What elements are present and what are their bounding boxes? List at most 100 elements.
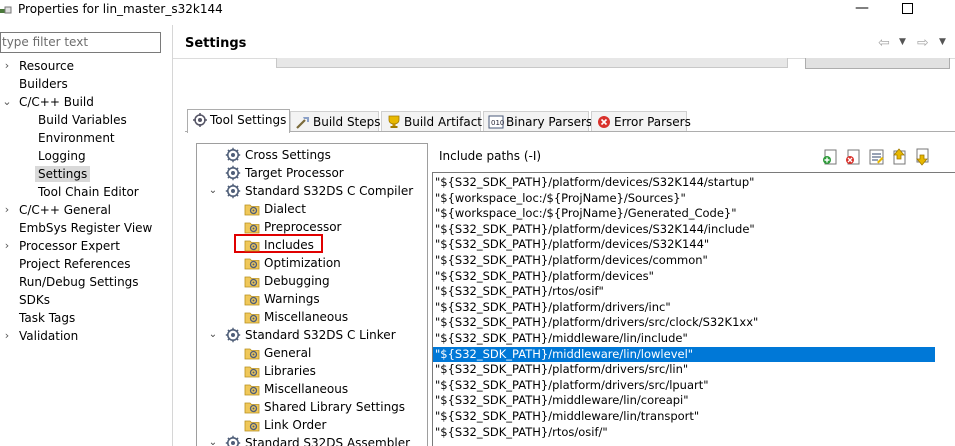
sidebar-item-label: C/C++ General: [19, 203, 112, 217]
sidebar-item[interactable]: Builders: [19, 75, 68, 93]
chevron-right-icon[interactable]: ›: [2, 327, 12, 345]
back-dropdown-icon[interactable]: ▼: [899, 37, 906, 47]
tool-tree-label: Includes: [264, 238, 314, 252]
tab-tool-settings[interactable]: Tool Settings: [187, 109, 290, 133]
include-paths-list[interactable]: "${S32_SDK_PATH}/platform/devices/S32K14…: [432, 172, 955, 446]
sidebar-item-label: Settings: [35, 166, 91, 182]
folder-gear-icon: [244, 366, 260, 378]
chevron-down-icon[interactable]: ⌄: [207, 182, 219, 200]
sidebar-item[interactable]: SDKs: [19, 291, 50, 309]
tool-tree-label: Standard S32DS C Compiler: [245, 184, 414, 198]
back-arrow-icon[interactable]: ⇦: [878, 35, 890, 51]
include-path-item[interactable]: "${S32_SDK_PATH}/platform/devices/common…: [433, 253, 935, 268]
sidebar-item[interactable]: Settings: [35, 165, 91, 183]
chevron-right-icon[interactable]: ›: [2, 201, 12, 219]
sidebar-item[interactable]: Run/Debug Settings: [19, 273, 139, 291]
forward-dropdown-icon[interactable]: ▼: [939, 37, 946, 47]
sidebar-item-label: Build Variables: [38, 113, 127, 127]
panel-splitter[interactable]: [172, 25, 173, 446]
chevron-down-icon[interactable]: ⌄: [207, 434, 219, 446]
move-up-icon[interactable]: [891, 148, 909, 166]
chevron-down-icon[interactable]: ⌄: [2, 93, 12, 111]
include-path-item[interactable]: "${S32_SDK_PATH}/platform/devices/S32K14…: [433, 175, 935, 190]
forward-arrow-icon[interactable]: ⇨: [917, 35, 929, 51]
gear-icon: [225, 147, 241, 163]
page-title: Settings: [185, 36, 247, 51]
sidebar-item[interactable]: Tool Chain Editor: [38, 183, 139, 201]
include-path-item[interactable]: "${S32_SDK_PATH}/middleware/lin/coreapi": [433, 393, 935, 408]
folder-gear-icon: [244, 294, 260, 306]
include-path-item[interactable]: "${S32_SDK_PATH}/platform/devices/S32K14…: [433, 237, 935, 252]
sidebar-item[interactable]: Task Tags: [19, 309, 75, 327]
sidebar-item-label: C/C++ Build: [19, 95, 94, 109]
settings-tabs: Tool Settings Build Steps Build Artifact…: [185, 109, 955, 133]
sidebar-item-label: Tool Chain Editor: [38, 185, 139, 199]
include-path-item[interactable]: "${S32_SDK_PATH}/middleware/lin/transpor…: [433, 409, 935, 424]
folder-gear-icon: [244, 348, 260, 360]
include-path-item[interactable]: "${S32_SDK_PATH}/middleware/lin/include": [433, 331, 935, 346]
sidebar-item-label: Environment: [38, 131, 115, 145]
folder-gear-icon: [244, 240, 260, 252]
sidebar-item[interactable]: Project References: [19, 255, 131, 273]
tool-tree-label: Miscellaneous: [264, 382, 349, 396]
include-path-item[interactable]: "${workspace_loc:/${ProjName}/Generated_…: [433, 206, 935, 221]
maximize-button[interactable]: [902, 3, 913, 14]
tab-label: Binary Parsers: [506, 115, 593, 129]
folder-gear-icon: [244, 384, 260, 396]
tab-binary-parsers[interactable]: 010 Binary Parsers: [483, 111, 593, 132]
move-down-icon[interactable]: [914, 148, 932, 166]
include-path-item[interactable]: "${S32_SDK_PATH}/platform/drivers/src/li…: [433, 362, 935, 377]
sidebar-item[interactable]: › C/C++ General: [5, 201, 112, 219]
chevron-right-icon[interactable]: ›: [2, 57, 12, 75]
chevron-right-icon[interactable]: ›: [2, 237, 12, 255]
include-path-item[interactable]: "${S32_SDK_PATH}/platform/devices": [433, 269, 935, 284]
sidebar-item[interactable]: › Processor Expert: [5, 237, 120, 255]
tab-build-steps[interactable]: Build Steps: [290, 111, 381, 132]
include-path-item[interactable]: "${S32_SDK_PATH}/platform/drivers/src/lp…: [433, 378, 935, 393]
sidebar-item-label: Validation: [19, 329, 79, 343]
sidebar-item[interactable]: Logging: [38, 147, 86, 165]
include-path-item[interactable]: "${S32_SDK_PATH}/middleware/lin/lowlevel…: [433, 346, 935, 362]
tool-tree-label: Standard S32DS Assembler: [245, 436, 411, 446]
tab-label: Build Steps: [313, 115, 381, 129]
include-path-item[interactable]: "${S32_SDK_PATH}/platform/drivers/inc": [433, 300, 935, 315]
sidebar-item[interactable]: › Resource: [5, 57, 74, 75]
filter-input[interactable]: type filter text: [0, 32, 161, 53]
tool-tree-label: Shared Library Settings: [264, 400, 406, 414]
include-path-item[interactable]: "${S32_SDK_PATH}/rtos/osif/": [433, 425, 935, 440]
chevron-down-icon[interactable]: ⌄: [207, 326, 219, 344]
tool-tree-label: Warnings: [264, 292, 320, 306]
build-artifact-icon: [388, 115, 400, 128]
tab-build-artifact[interactable]: Build Artifact: [381, 111, 482, 132]
configuration-strip: [185, 58, 955, 71]
include-paths-panel: Include paths (-I) "${S32_SDK_PATH}/plat…: [428, 143, 955, 446]
sidebar-item[interactable]: › Validation: [5, 327, 79, 345]
title-bar: Properties for lin_master_s32k144 —: [0, 0, 955, 20]
tool-tree-label: General: [264, 346, 312, 360]
tool-tree-label: Cross Settings: [245, 148, 331, 162]
sidebar-item[interactable]: EmbSys Register View: [19, 219, 152, 237]
sidebar-item[interactable]: Environment: [38, 129, 115, 147]
include-path-item[interactable]: "${S32_SDK_PATH}/platform/devices/S32K14…: [433, 222, 935, 237]
include-path-item[interactable]: "${S32_SDK_PATH}/rtos/osif": [433, 284, 935, 299]
add-path-icon[interactable]: [822, 148, 840, 166]
sidebar-item[interactable]: ⌄ C/C++ Build: [2, 93, 94, 111]
tab-error-parsers[interactable]: Error Parsers: [591, 111, 691, 132]
edit-path-icon[interactable]: [868, 148, 886, 166]
tool-tree-label: Dialect: [264, 202, 306, 216]
manage-configurations-button[interactable]: [805, 58, 950, 69]
include-paths-label: Include paths (-I): [439, 149, 542, 163]
sidebar-item[interactable]: Build Variables: [38, 111, 127, 129]
gear-icon: [225, 165, 241, 181]
sidebar-item-label: Run/Debug Settings: [19, 275, 139, 289]
tab-label: Build Artifact: [404, 115, 482, 129]
include-path-item[interactable]: "${workspace_loc:/${ProjName}/Sources}": [433, 191, 935, 206]
app-icon: [0, 6, 12, 14]
error-parsers-icon: [598, 115, 610, 128]
include-path-item[interactable]: "${S32_SDK_PATH}/platform/drivers/src/cl…: [433, 315, 935, 330]
folder-gear-icon: [244, 312, 260, 324]
configuration-select[interactable]: [276, 58, 788, 68]
delete-path-icon[interactable]: [845, 148, 863, 166]
minimize-button[interactable]: —: [852, 1, 872, 19]
folder-gear-icon: [244, 222, 260, 234]
